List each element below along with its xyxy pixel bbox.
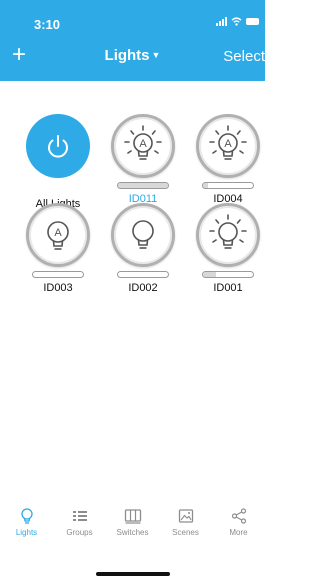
- battery-icon: [246, 18, 259, 25]
- brightness-fill: [203, 272, 216, 277]
- tab-groups[interactable]: Groups: [53, 507, 106, 537]
- power-button[interactable]: [26, 114, 90, 178]
- light-button[interactable]: A: [111, 114, 175, 178]
- scenes-icon: [178, 509, 193, 523]
- tile-light[interactable]: A ID011: [103, 114, 183, 205]
- share-icon: [231, 508, 246, 524]
- brightness-bar: [117, 271, 169, 278]
- caret-down-icon: ▼: [151, 50, 161, 60]
- tile-label: ID003: [43, 282, 73, 294]
- select-button[interactable]: Select: [223, 48, 265, 65]
- auto-bulb-rays-icon: A: [209, 125, 247, 160]
- brightness-fill: [118, 183, 168, 188]
- light-button[interactable]: A: [196, 114, 260, 178]
- auto-bulb-rays-icon: A: [124, 125, 162, 160]
- tab-label: Switches: [116, 528, 149, 537]
- power-icon: [48, 135, 68, 158]
- brightness-bar: [117, 182, 169, 189]
- tile-label: ID002: [128, 282, 158, 294]
- light-button[interactable]: [196, 203, 260, 267]
- brightness-bar: [202, 271, 254, 278]
- status-time: 3:10: [34, 17, 61, 32]
- brightness-fill: [203, 183, 208, 188]
- switches-icon: [124, 509, 141, 524]
- tab-more[interactable]: More: [212, 507, 265, 537]
- bulb-off-icon: [132, 220, 154, 249]
- tab-label: Lights: [15, 528, 38, 537]
- light-button[interactable]: [111, 203, 175, 267]
- tile-light[interactable]: A ID004: [188, 114, 268, 205]
- tile-all-lights[interactable]: All Lights: [18, 114, 98, 210]
- tab-bar: Lights Groups Switches Scenes More: [0, 497, 265, 563]
- tab-switches[interactable]: Switches: [106, 507, 159, 537]
- bulb-icon: [20, 508, 33, 524]
- groups-icon: [72, 511, 87, 521]
- tab-lights[interactable]: Lights: [0, 507, 53, 537]
- wifi-icon: [231, 17, 242, 26]
- tile-light[interactable]: A ID003: [18, 203, 98, 294]
- light-button[interactable]: A: [26, 203, 90, 267]
- svg-text:A: A: [54, 227, 62, 239]
- tile-label: ID001: [213, 282, 243, 294]
- bulb-on-icon: [209, 214, 247, 249]
- tile-light[interactable]: ID002: [103, 203, 183, 294]
- status-icons: [216, 17, 259, 26]
- tab-scenes[interactable]: Scenes: [159, 507, 212, 537]
- svg-text:A: A: [139, 138, 147, 150]
- signal-icon: [216, 17, 227, 26]
- home-indicator: [96, 572, 170, 576]
- page-title: Lights: [104, 47, 150, 64]
- auto-bulb-icon: A: [47, 221, 69, 250]
- tab-label: More: [229, 528, 248, 537]
- tab-label: Groups: [66, 528, 93, 537]
- tile-light[interactable]: ID001: [188, 203, 268, 294]
- app-header: 3:10 + Lights ▼ Select: [0, 0, 265, 81]
- tab-label: Scenes: [172, 528, 199, 537]
- brightness-bar: [202, 182, 254, 189]
- svg-text:A: A: [224, 138, 232, 150]
- brightness-bar: [32, 271, 84, 278]
